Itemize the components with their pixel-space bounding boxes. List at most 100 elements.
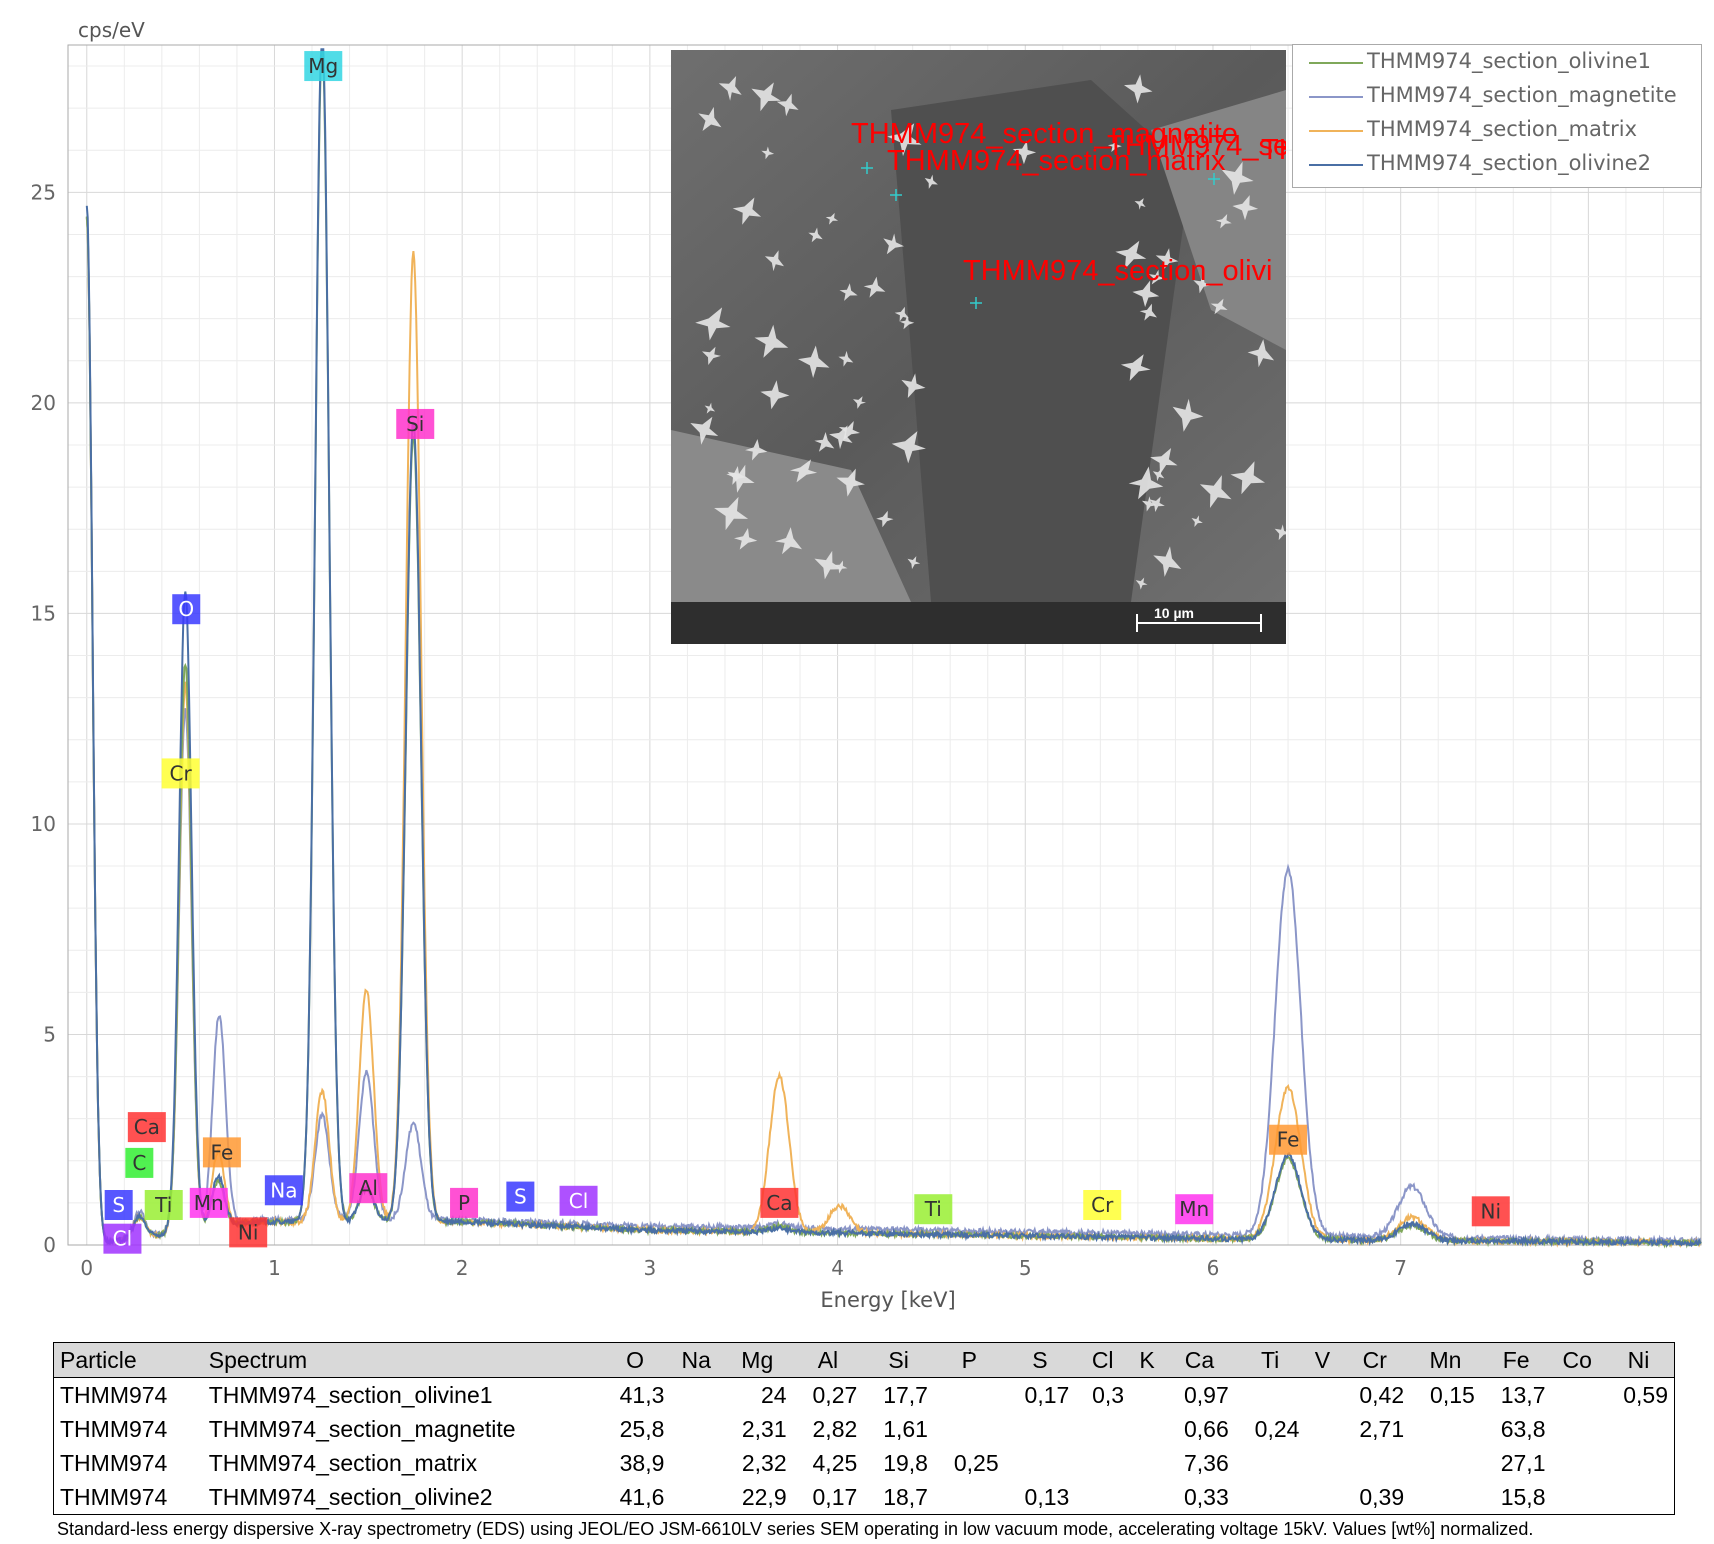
table-cell [1305,1378,1339,1413]
scale-bar-cap-right [1260,614,1262,632]
element-marker-label: C [132,1151,146,1175]
sem-info-bar: 10 µm [671,602,1286,644]
element-marker-label: Ni [1481,1199,1502,1223]
table-row: THMM974 THMM974_section_olivine2 41,6 22,9 0… [54,1480,1675,1515]
legend-item-olivine2[interactable]: THMM974_section_olivine2 [1293,149,1701,179]
table-cell: 0,27 [812,1381,858,1408]
table-row: THMM974 THMM974_section_matrix 38,9 2,32 4,2… [54,1446,1675,1480]
table-cell [670,1446,722,1480]
table-cell [1603,1446,1674,1480]
table-cell: THMM974_section_magnetite [208,1415,516,1442]
x-axis-label: Energy [keV] [820,1288,955,1312]
sem-label-olivine2: THMM974_se [1107,130,1286,162]
element-marker-label: Ca [766,1191,792,1215]
table-cell [1075,1480,1130,1515]
table-cell [1075,1412,1130,1446]
element-marker-label: Mn [1179,1197,1209,1221]
table-cell [1130,1480,1164,1515]
element-marker-label: Ca [134,1115,160,1139]
sem-micrograph: THMM974_section_magnetite THMM974_sectio… [671,50,1286,644]
x-tick-label: 6 [1207,1256,1220,1280]
table-cell: 2,32 [741,1449,787,1476]
element-marker-label: Mg [308,54,338,78]
table-cell [1339,1446,1410,1480]
sem-label-olivine1: THMM974_se [1261,134,1286,166]
table-cell [1235,1378,1306,1413]
table-cell: 41,3 [619,1381,665,1408]
table-cell: 15,8 [1500,1483,1546,1510]
element-marker-label: S [514,1185,527,1209]
table-cell [1551,1480,1603,1515]
x-tick-label: 1 [268,1256,281,1280]
table-cell: 0,97 [1184,1381,1229,1408]
table-cell [1130,1378,1164,1413]
element-marker-label: S [112,1193,125,1217]
legend-item-magnetite[interactable]: THMM974_section_magnetite [1293,81,1701,111]
x-tick-label: 7 [1394,1256,1407,1280]
table-cell: 1,61 [883,1415,928,1442]
table-header-cell: Al [792,1342,864,1378]
table-cell [1235,1480,1306,1515]
y-tick-label: 0 [43,1233,56,1257]
table-cell [1551,1412,1603,1446]
table-cell: THMM974_section_matrix [208,1449,478,1476]
table-header-cell: Cr [1339,1342,1411,1378]
y-tick-label: 5 [43,1022,56,1046]
legend-item-matrix[interactable]: THMM974_section_matrix [1293,115,1701,145]
table-cell: 18,7 [883,1483,928,1510]
table-cell: 0,13 [1024,1483,1070,1510]
x-tick-label: 4 [831,1256,844,1280]
element-marker-label: Cr [170,761,193,785]
table-cell: 0,39 [1359,1483,1405,1510]
table-cell [670,1480,722,1515]
table-cell: 19,8 [883,1449,928,1476]
legend-swatch [1309,62,1363,64]
table-header-cell: Si [863,1342,934,1378]
composition-table: Particle Spectrum O Na Mg Al Si P S Cl K Ca Ti V Cr Mn F… [53,1342,1675,1515]
y-tick-label: 10 [31,812,56,836]
table-cell: THMM974 [60,1449,168,1476]
scale-bar [1136,622,1262,624]
table-cell [934,1480,1005,1515]
x-tick-label: 0 [80,1256,93,1280]
table-cell: 0,59 [1623,1381,1668,1408]
table-cell: 25,8 [619,1415,665,1442]
y-tick-labels: 0 5 10 15 20 25 [31,180,56,1257]
table-header-row: Particle Spectrum O Na Mg Al Si P S Cl K Ca Ti V Cr Mn F… [53,1342,1675,1378]
table-cell: 0,3 [1092,1381,1125,1408]
table-cell: 2,31 [741,1415,787,1442]
table-cell: 17,7 [883,1381,928,1408]
table-cell: 0,15 [1430,1381,1475,1408]
table-cell: 38,9 [619,1449,665,1476]
table-cell: 2,82 [812,1415,858,1442]
table-header-cell: K [1130,1342,1165,1378]
y-axis-label: cps/eV [78,18,145,42]
table-cell [1410,1480,1481,1515]
table-cell: THMM974_section_olivine1 [208,1381,493,1408]
element-marker-label: O [178,597,194,621]
x-tick-label: 2 [456,1256,469,1280]
x-tick-label: 3 [644,1256,657,1280]
y-tick-label: 25 [31,180,56,204]
table-cell: 27,1 [1500,1449,1546,1476]
table-body: THMM974 THMM974_section_olivine1 41,3 24 0,2… [54,1378,1675,1515]
legend-swatch [1309,130,1363,132]
legend-item-olivine1[interactable]: THMM974_section_olivine1 [1293,47,1701,77]
table-cell [1305,1446,1339,1480]
table-cell: THMM974_section_olivine2 [208,1483,493,1510]
table-cell: 0,25 [953,1449,999,1476]
scale-bar-cap-left [1136,614,1138,632]
table-cell [1305,1480,1339,1515]
element-marker-label: Cl [569,1189,589,1213]
table-row: THMM974 THMM974_section_magnetite 25,8 2,31… [54,1412,1675,1446]
table-header-cell: Mg [721,1342,793,1378]
table-header-cell: Cl [1075,1342,1131,1378]
table-cell: THMM974 [60,1483,168,1510]
element-marker-label: Ti [154,1193,172,1217]
table-header-cell: Spectrum [202,1342,600,1378]
table-cell: 63,8 [1500,1415,1546,1442]
element-marker-label: Cr [1091,1193,1114,1217]
legend-label: THMM974_section_olivine2 [1367,151,1651,175]
scale-bar-label: 10 µm [1154,605,1194,621]
table-cell [1075,1446,1130,1480]
